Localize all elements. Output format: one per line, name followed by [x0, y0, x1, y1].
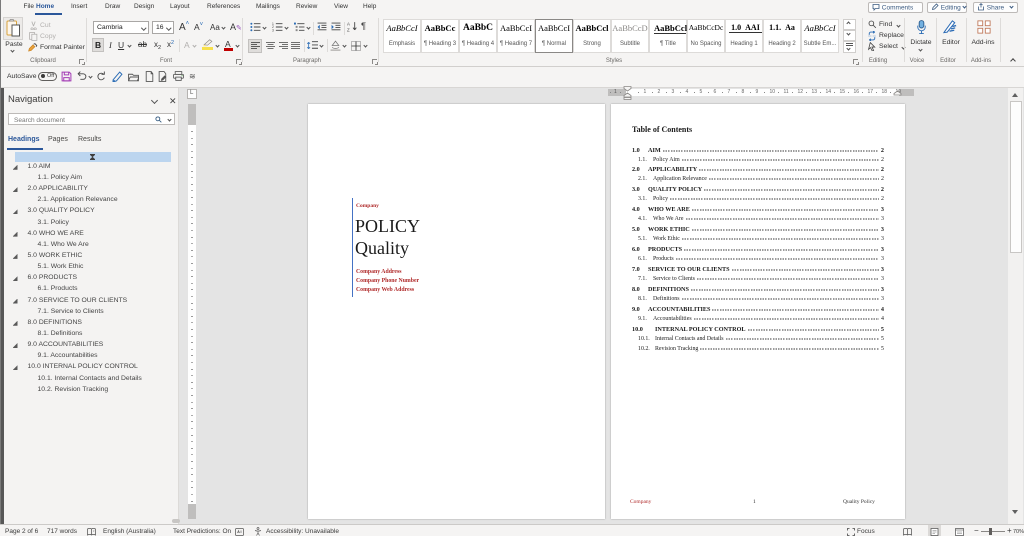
svg-text:A: A: [347, 21, 350, 26]
svg-text:Z: Z: [347, 27, 350, 32]
svg-text:3: 3: [272, 28, 274, 32]
